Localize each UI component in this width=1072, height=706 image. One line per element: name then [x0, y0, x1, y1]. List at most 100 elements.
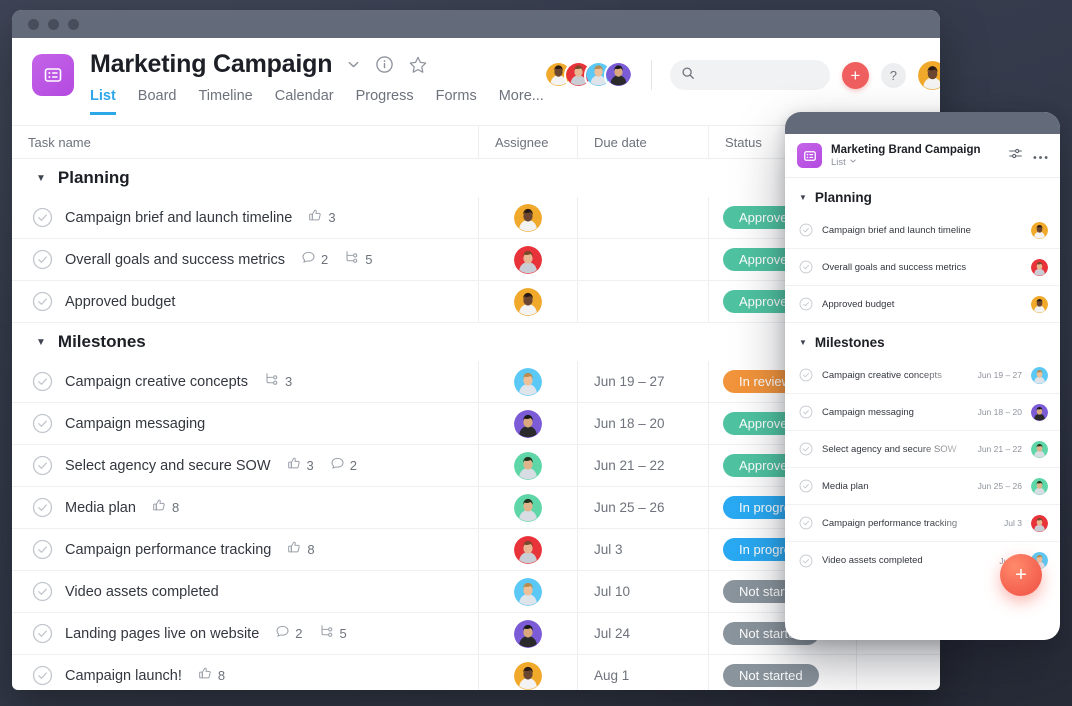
complete-task-checkbox[interactable]: [32, 539, 53, 560]
assignee-red-1[interactable]: [514, 245, 542, 274]
assignee-cell[interactable]: [478, 529, 577, 570]
window-close-button[interactable]: [28, 18, 39, 30]
like-count[interactable]: 8: [287, 540, 315, 560]
due-date-cell[interactable]: Aug 1: [577, 655, 708, 690]
assignee-blue-2[interactable]: [514, 577, 542, 606]
complete-task-checkbox[interactable]: [32, 207, 53, 228]
tab-list[interactable]: List: [90, 88, 116, 115]
assignee-cell[interactable]: [478, 613, 577, 654]
complete-task-checkbox[interactable]: [32, 291, 53, 312]
assignee-red-1[interactable]: [1031, 258, 1048, 276]
phone-list-item[interactable]: Select agency and secure SOW Jun 21 – 22: [785, 431, 1060, 468]
assignee-amber-2[interactable]: [1031, 295, 1048, 313]
assignee-purple-1[interactable]: [1031, 403, 1048, 421]
status-cell[interactable]: Not started: [708, 655, 856, 690]
task-name-cell[interactable]: Landing pages live on website 2 5: [12, 613, 478, 654]
due-date-cell[interactable]: [577, 239, 708, 280]
task-name-cell[interactable]: Select agency and secure SOW 3 2: [12, 445, 478, 486]
assignee-cell[interactable]: [478, 571, 577, 612]
assignee-amber-1[interactable]: [514, 203, 542, 232]
like-count[interactable]: 8: [152, 498, 179, 518]
task-name-cell[interactable]: Overall goals and success metrics 2 5: [12, 239, 478, 280]
phone-list-item[interactable]: Campaign performance tracking Jul 3: [785, 505, 1060, 542]
due-date-cell[interactable]: Jul 3: [577, 529, 708, 570]
table-row[interactable]: Campaign launch! 8 Aug 1 Not started: [12, 655, 940, 690]
phone-complete-task-checkbox[interactable]: [799, 554, 813, 568]
chevron-down-icon[interactable]: [346, 57, 361, 72]
info-circle-icon[interactable]: [375, 55, 394, 74]
tab-more[interactable]: More...: [499, 88, 544, 115]
sliders-icon[interactable]: [1008, 146, 1023, 166]
assignee-amber-1[interactable]: [1031, 221, 1048, 239]
phone-complete-task-checkbox[interactable]: [799, 260, 813, 274]
task-name-cell[interactable]: Campaign messaging: [12, 403, 478, 444]
caret-down-icon[interactable]: ▼: [799, 193, 807, 202]
like-count[interactable]: 3: [308, 208, 336, 228]
avatar[interactable]: [917, 60, 940, 90]
assignee-amber-2[interactable]: [514, 287, 542, 316]
caret-down-icon[interactable]: ▼: [36, 337, 46, 348]
assignee-cell[interactable]: [478, 655, 577, 690]
member-avatar-stack[interactable]: [543, 60, 633, 90]
tab-timeline[interactable]: Timeline: [198, 88, 252, 115]
complete-task-checkbox[interactable]: [32, 581, 53, 602]
assignee-green-1[interactable]: [1031, 440, 1048, 458]
task-name-cell[interactable]: Campaign performance tracking 8: [12, 529, 478, 570]
complete-task-checkbox[interactable]: [32, 249, 53, 270]
phone-complete-task-checkbox[interactable]: [799, 368, 813, 382]
task-name-cell[interactable]: Campaign brief and launch timeline 3: [12, 197, 478, 238]
complete-task-checkbox[interactable]: [32, 371, 53, 392]
task-name-cell[interactable]: Media plan 8: [12, 487, 478, 528]
phone-group-header[interactable]: ▼ Milestones: [785, 323, 1060, 357]
assignee-amber-3[interactable]: [514, 661, 542, 690]
phone-complete-task-checkbox[interactable]: [799, 405, 813, 419]
assignee-green-2[interactable]: [514, 493, 542, 522]
subtask-count[interactable]: 5: [319, 623, 347, 644]
star-icon[interactable]: [408, 55, 428, 75]
assignee-purple-2[interactable]: [514, 619, 542, 648]
assignee-cell[interactable]: [478, 281, 577, 322]
task-name-cell[interactable]: Approved budget: [12, 281, 478, 322]
assignee-green-1[interactable]: [514, 451, 542, 480]
complete-task-checkbox[interactable]: [32, 497, 53, 518]
assignee-blue-1[interactable]: [514, 367, 542, 396]
subtask-count[interactable]: 3: [264, 371, 292, 392]
like-count[interactable]: 8: [198, 666, 225, 686]
assignee-cell[interactable]: [478, 445, 577, 486]
phone-complete-task-checkbox[interactable]: [799, 442, 813, 456]
due-date-cell[interactable]: Jun 18 – 20: [577, 403, 708, 444]
caret-down-icon[interactable]: ▼: [799, 338, 807, 347]
member-4[interactable]: [603, 60, 633, 90]
assignee-cell[interactable]: [478, 403, 577, 444]
search-input[interactable]: [701, 68, 819, 82]
phone-add-task-fab[interactable]: +: [1000, 554, 1042, 596]
help-button[interactable]: ?: [880, 62, 906, 88]
assignee-cell[interactable]: [478, 361, 577, 402]
complete-task-checkbox[interactable]: [32, 623, 53, 644]
phone-complete-task-checkbox[interactable]: [799, 516, 813, 530]
task-name-cell[interactable]: Campaign launch! 8: [12, 655, 478, 690]
add-task-button[interactable]: +: [841, 61, 869, 89]
due-date-cell[interactable]: Jul 24: [577, 613, 708, 654]
more-horizontal-icon[interactable]: [1033, 147, 1048, 165]
phone-complete-task-checkbox[interactable]: [799, 479, 813, 493]
tab-board[interactable]: Board: [138, 88, 177, 115]
assignee-red-2[interactable]: [514, 535, 542, 564]
assignee-cell[interactable]: [478, 197, 577, 238]
phone-list-item[interactable]: Campaign creative concepts Jun 19 – 27: [785, 357, 1060, 394]
assignee-cell[interactable]: [478, 487, 577, 528]
task-name-cell[interactable]: Campaign creative concepts 3: [12, 361, 478, 402]
due-date-cell[interactable]: Jun 25 – 26: [577, 487, 708, 528]
phone-list-item[interactable]: Media plan Jun 25 – 26: [785, 468, 1060, 505]
assignee-purple-1[interactable]: [514, 409, 542, 438]
tab-progress[interactable]: Progress: [356, 88, 414, 115]
due-date-cell[interactable]: [577, 281, 708, 322]
tab-forms[interactable]: Forms: [436, 88, 477, 115]
window-maximize-button[interactable]: [68, 18, 79, 30]
assignee-blue-1[interactable]: [1031, 366, 1048, 384]
window-minimize-button[interactable]: [48, 18, 59, 30]
tab-calendar[interactable]: Calendar: [275, 88, 334, 115]
comment-count[interactable]: 2: [301, 250, 328, 270]
phone-list-item[interactable]: Campaign brief and launch timeline: [785, 212, 1060, 249]
phone-complete-task-checkbox[interactable]: [799, 297, 813, 311]
